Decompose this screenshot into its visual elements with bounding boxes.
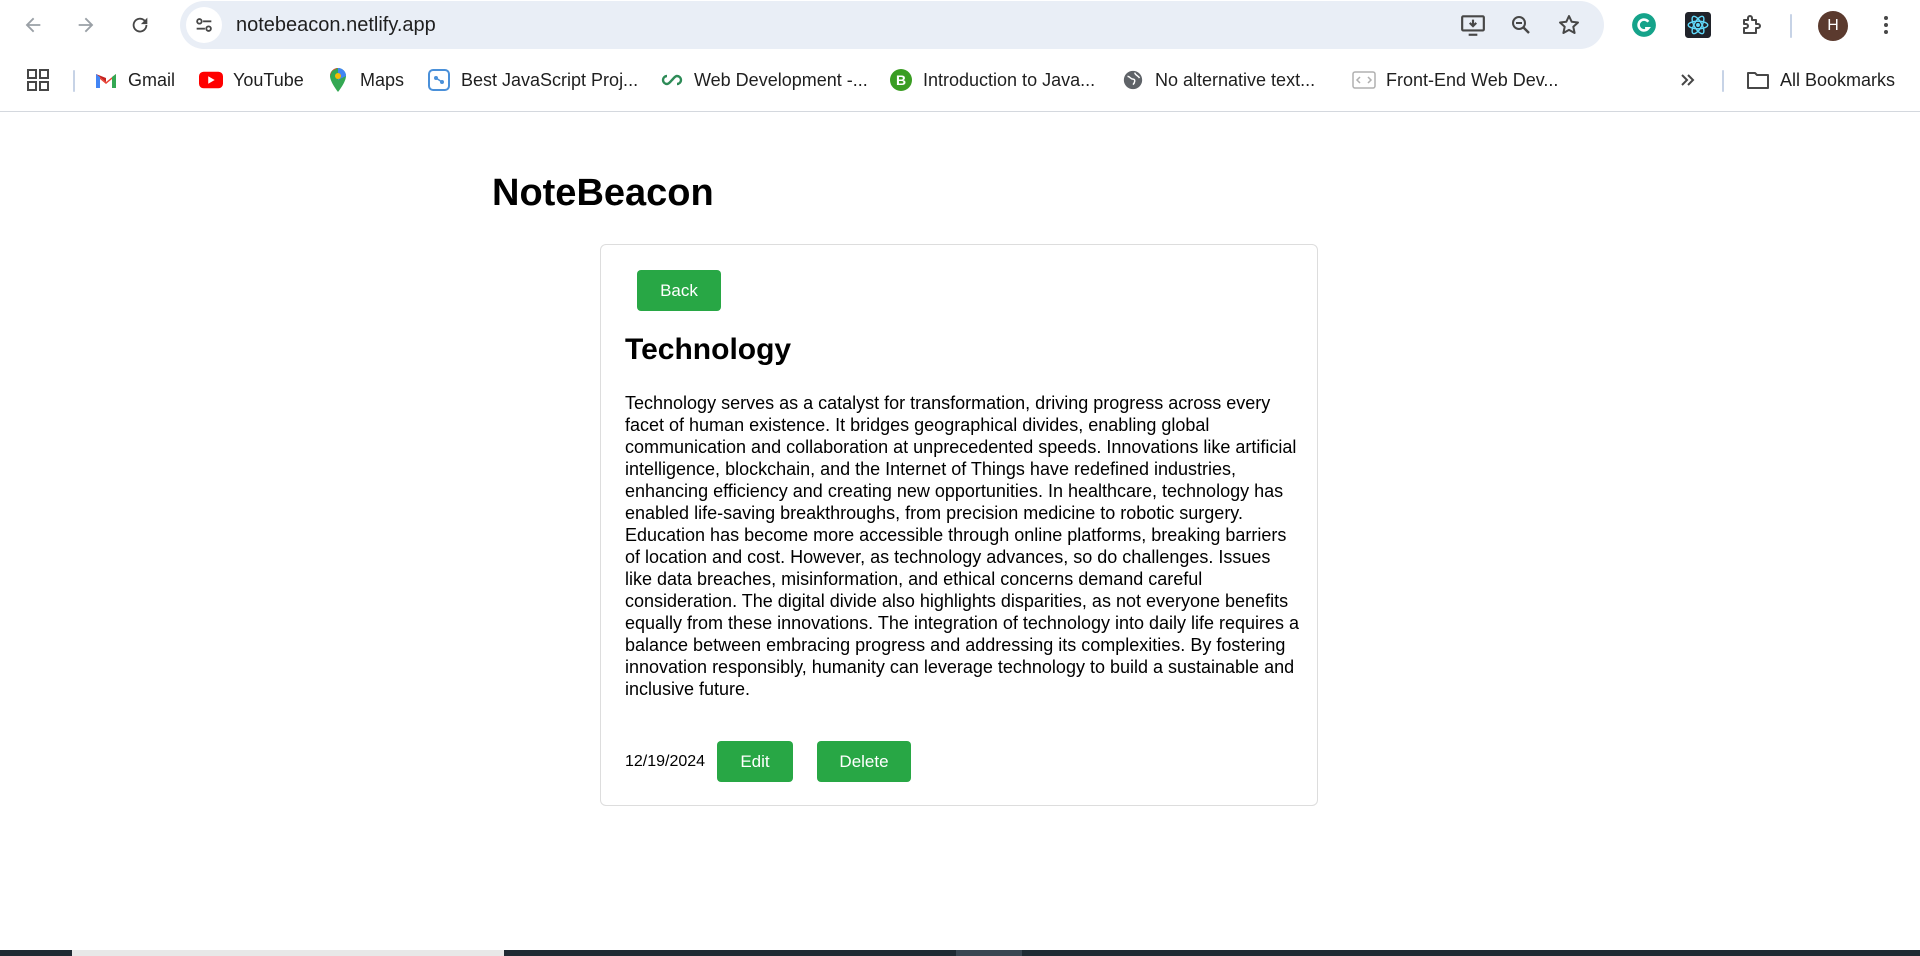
note-body: Technology serves as a catalyst for tran… [625,393,1300,699]
link-icon [660,68,684,92]
taskbar-item[interactable] [72,950,504,956]
site-info-icon[interactable] [186,7,222,43]
address-bar[interactable]: notebeacon.netlify.app [180,1,1604,49]
back-button[interactable]: Back [637,270,721,311]
bookmarks-overflow-icon[interactable] [1678,64,1698,96]
bookmark-label: Maps [360,69,405,90]
install-app-icon[interactable] [1460,12,1486,38]
bookmark-label: Introduction to Java... [923,69,1096,90]
bookmark-label: Best JavaScript Proj... [461,69,639,90]
note-date: 12/19/2024 [625,753,706,770]
bookmark-gmail[interactable]: Gmail [94,64,175,96]
bookmarks-bar: Gmail YouTube Maps Best JavaScript Proj.… [0,60,1920,100]
taskbar [0,950,1920,956]
b-icon: B [889,68,913,92]
brain-icon [427,68,451,92]
maps-icon [326,68,350,92]
delete-button[interactable]: Delete [817,741,911,782]
react-devtools-icon[interactable] [1684,11,1712,39]
bookmark-label: YouTube [233,69,304,90]
profile-avatar[interactable]: H [1818,11,1848,41]
back-arrow-icon[interactable] [15,7,51,43]
taskbar-item[interactable] [956,950,1022,956]
folder-icon [1746,68,1770,92]
globe-icon [1121,68,1145,92]
note-card: Back Technology Technology serves as a c… [600,244,1318,806]
edit-button[interactable]: Edit [717,741,793,782]
zoom-icon[interactable] [1508,12,1534,38]
bookmark-introduction-java[interactable]: B Introduction to Java... [889,64,1095,96]
bookmark-label: No alternative text... [1155,69,1316,90]
bookmarks-divider [73,70,75,92]
bookmark-label: Gmail [128,69,176,90]
bookmark-front-end[interactable]: Front-End Web Dev... [1352,64,1558,96]
browser-toolbar: notebeacon.netlify.app H [0,0,1920,50]
chrome-divider [0,111,1920,112]
grammarly-icon[interactable] [1630,11,1658,39]
bookmark-label: Web Development -... [694,69,868,90]
app-title: NoteBeacon [492,172,714,214]
bookmarks-divider [1722,70,1724,92]
bookmark-web-development[interactable]: Web Development -... [660,64,868,96]
svg-text:B: B [896,72,906,88]
gmail-icon [94,68,118,92]
bookmark-youtube[interactable]: YouTube [199,64,304,96]
note-title: Technology [625,333,792,366]
bookmark-star-icon[interactable] [1556,12,1582,38]
all-bookmarks[interactable]: All Bookmarks [1746,64,1895,96]
apps-grid-icon[interactable] [26,64,50,96]
bookmark-no-alternative[interactable]: No alternative text... [1121,64,1315,96]
more-menu-icon[interactable] [1872,11,1900,39]
reload-icon[interactable] [122,7,158,43]
youtube-icon [199,68,223,92]
extensions-puzzle-icon[interactable] [1738,11,1766,39]
forward-arrow-icon[interactable] [68,7,104,43]
bookmark-maps[interactable]: Maps [326,64,404,96]
bookmark-best-javascript[interactable]: Best JavaScript Proj... [427,64,638,96]
toolbar-divider [1790,14,1792,38]
all-bookmarks-label: All Bookmarks [1780,69,1896,90]
url-text[interactable]: notebeacon.netlify.app [236,14,436,37]
bookmark-label: Front-End Web Dev... [1386,69,1559,90]
code-icon [1352,68,1376,92]
